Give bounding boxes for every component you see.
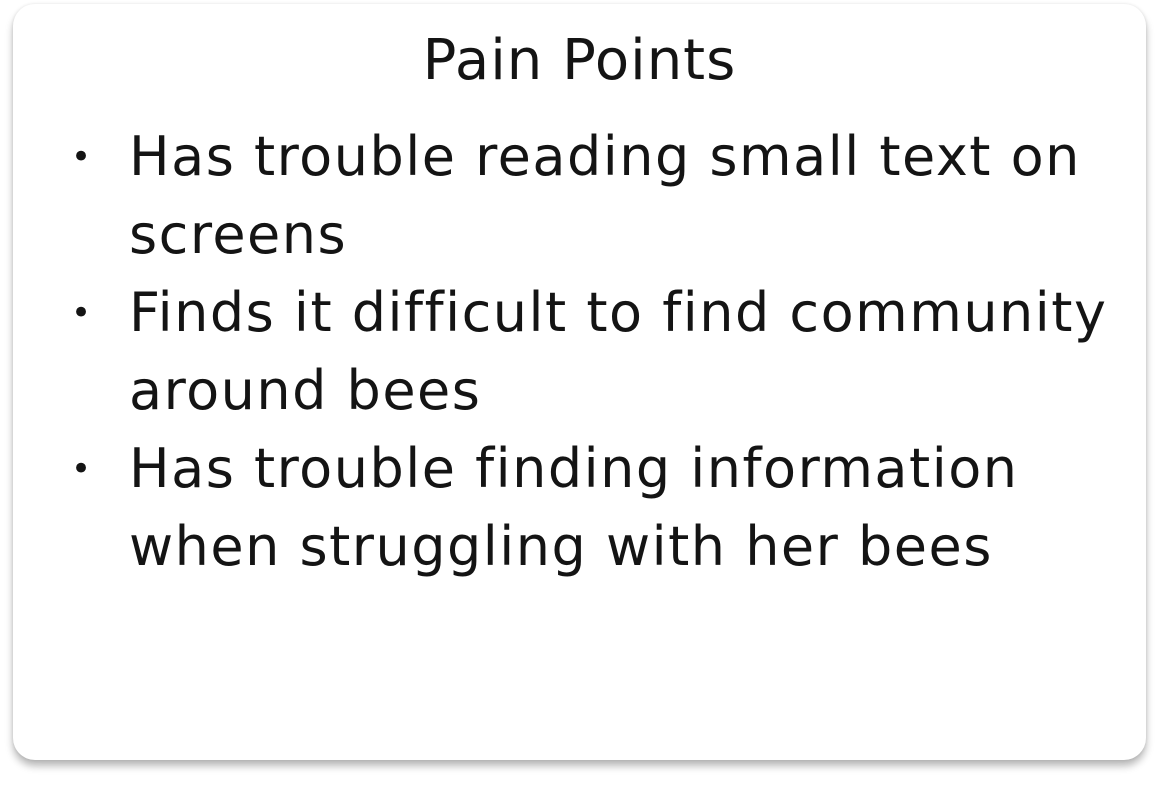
card-title: Pain Points xyxy=(422,28,737,93)
bullet-icon: • xyxy=(71,293,93,333)
list-item-text: Finds it difficult to find community aro… xyxy=(129,281,1108,422)
pain-points-list: • Has trouble reading small text on scre… xyxy=(13,118,1146,586)
bullet-icon: • xyxy=(71,137,93,177)
list-item: • Finds it difficult to find community a… xyxy=(13,274,1146,430)
list-item: • Has trouble finding information when s… xyxy=(13,430,1146,586)
list-item: • Has trouble reading small text on scre… xyxy=(13,118,1146,274)
list-item-text: Has trouble finding information when str… xyxy=(129,437,1019,578)
list-item-text: Has trouble reading small text on screen… xyxy=(129,125,1081,266)
pain-points-card: Pain Points • Has trouble reading small … xyxy=(13,4,1146,760)
bullet-icon: • xyxy=(71,449,93,489)
